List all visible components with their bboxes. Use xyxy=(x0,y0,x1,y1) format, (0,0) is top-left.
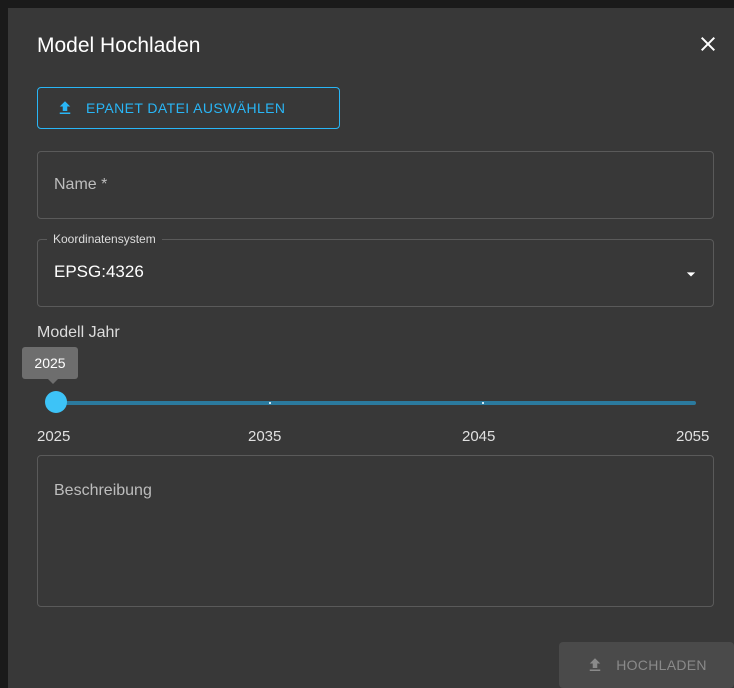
upload-model-dialog: Model Hochladen EPANET DATEI AUSWÄHLEN N… xyxy=(8,8,734,688)
upload-submit-button[interactable]: HOCHLADEN xyxy=(559,642,734,688)
description-input[interactable]: Beschreibung xyxy=(37,455,714,607)
upload-icon xyxy=(589,658,601,671)
select-epanet-file-button[interactable]: EPANET DATEI AUSWÄHLEN xyxy=(37,87,340,129)
slider-track[interactable] xyxy=(56,401,696,405)
name-input[interactable]: Name * xyxy=(37,151,714,219)
dropdown-caret-icon xyxy=(686,272,696,277)
slider-mark-label: 2045 xyxy=(462,428,496,445)
slider-mark xyxy=(482,402,484,404)
dialog-title: Model Hochladen xyxy=(37,34,201,57)
description-placeholder: Beschreibung xyxy=(54,482,152,499)
coordinate-system-label: Koordinatensystem xyxy=(47,232,162,246)
select-epanet-file-label: EPANET DATEI AUSWÄHLEN xyxy=(86,100,286,116)
slider-mark-label: 2035 xyxy=(248,428,282,445)
close-button[interactable] xyxy=(696,32,720,56)
upload-icon xyxy=(59,101,71,114)
model-year-label: Modell Jahr xyxy=(37,324,120,341)
coordinate-system-value: EPSG:4326 xyxy=(54,262,144,281)
slider-thumb[interactable] xyxy=(45,391,67,413)
slider-mark xyxy=(269,402,271,404)
name-placeholder: Name * xyxy=(54,176,108,193)
close-icon xyxy=(701,37,715,51)
upload-submit-label: HOCHLADEN xyxy=(616,657,707,673)
model-year-slider[interactable] xyxy=(45,391,696,413)
slider-mark-label: 2055 xyxy=(676,428,710,445)
coordinate-system-select[interactable]: Koordinatensystem EPSG:4326 xyxy=(37,232,714,307)
slider-mark-label: 2025 xyxy=(37,428,71,445)
slider-value-tooltip: 2025 xyxy=(22,347,78,384)
